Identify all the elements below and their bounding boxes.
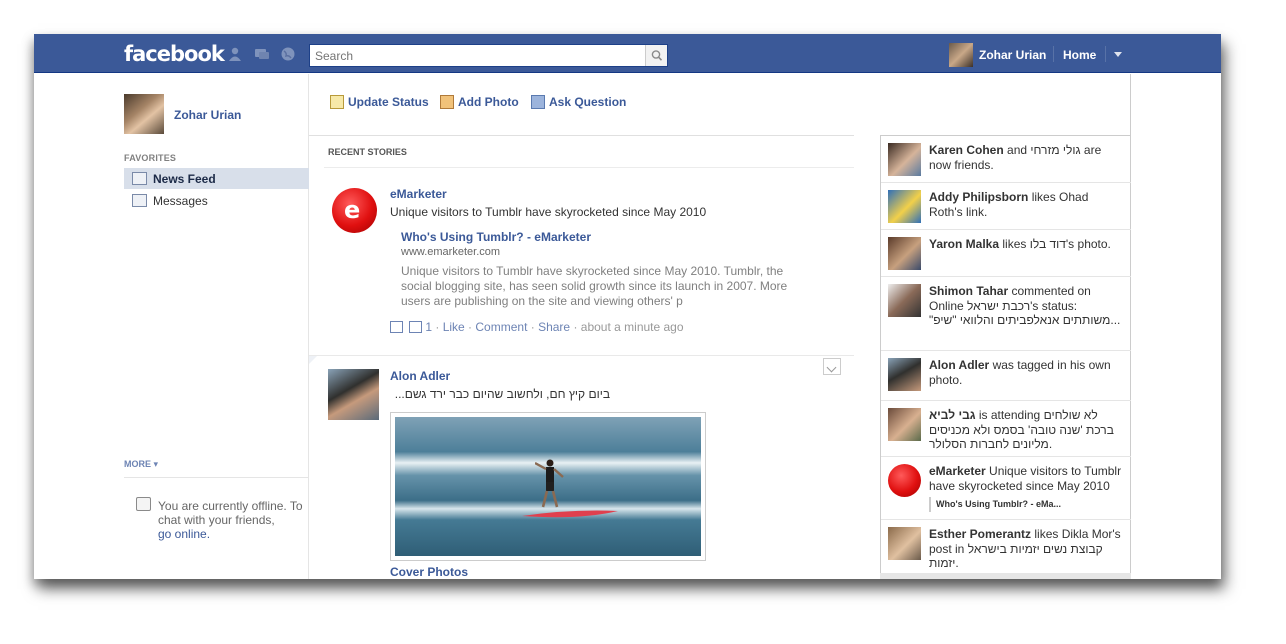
sidebar-item-messages[interactable]: Messages <box>124 190 309 211</box>
share-icon <box>390 321 403 333</box>
ticker-avatar <box>888 358 921 391</box>
ticker-item[interactable]: Shimon Tahar commented on Online רכבת יש… <box>881 277 1131 351</box>
ticker-item[interactable]: Addy Philipsborn likes Ohad Roth's link. <box>881 183 1131 230</box>
user-avatar[interactable] <box>949 43 973 67</box>
home-link[interactable]: Home <box>1063 48 1096 62</box>
ticker-avatar <box>888 190 921 223</box>
comment-icon <box>409 321 423 333</box>
ticker-text: גבי לביא is attending לא שולחים ברכת 'שנ… <box>929 408 1114 451</box>
story-actor-link[interactable]: eMarketer <box>390 187 447 201</box>
question-icon <box>531 95 545 109</box>
ticker-avatar <box>888 237 921 270</box>
notifications-globe-icon[interactable] <box>280 47 296 61</box>
share-link[interactable]: Share <box>538 320 570 334</box>
story-message: Unique visitors to Tumblr have skyrocket… <box>390 205 707 219</box>
chevron-down-icon <box>826 362 837 373</box>
ticker-text: Karen Cohen and גולי מזרחי are now frien… <box>929 143 1102 172</box>
divider <box>124 477 309 478</box>
shared-link-description: Unique visitors to Tumblr have skyrocket… <box>401 264 788 308</box>
go-online-link[interactable]: go online. <box>158 527 210 541</box>
divider <box>309 135 854 136</box>
ticker-text: eMarketer Unique visitors to Tumblr have… <box>929 464 1124 512</box>
ticker-avatar <box>888 464 921 497</box>
divider <box>1053 46 1054 62</box>
friend-requests-icon[interactable] <box>227 47 243 61</box>
divider <box>1105 46 1106 62</box>
story-photo[interactable] <box>390 412 706 561</box>
divider <box>324 167 854 168</box>
profile-picture[interactable] <box>124 94 164 134</box>
status-icon <box>330 95 344 109</box>
search-icon <box>651 50 663 61</box>
ticker-item[interactable]: Alon Adler was tagged in his own photo. <box>881 351 1131 401</box>
sidebar-item-news-feed[interactable]: News Feed <box>124 168 309 189</box>
story-options-button[interactable] <box>823 358 841 375</box>
top-bar: facebook Zohar Urian Home <box>34 34 1221 73</box>
ticker-avatar <box>888 284 921 317</box>
story-actor-link[interactable]: Alon Adler <box>390 369 450 383</box>
ticker-text: Yaron Malka likes דוד בלו's photo. <box>929 237 1111 251</box>
story-actions: 1 · Like · Comment · Share · about a min… <box>390 320 684 334</box>
ticker-avatar <box>888 408 921 441</box>
search-input[interactable] <box>310 45 644 66</box>
story-marker <box>309 356 317 364</box>
surfing-photo <box>395 417 701 556</box>
add-photo-button[interactable]: Add Photo <box>440 95 519 109</box>
emarketer-logo[interactable]: e <box>332 188 377 233</box>
ticker-item[interactable]: גבי לביא is attending לא שולחים ברכת 'שנ… <box>881 401 1131 457</box>
divider <box>309 355 854 356</box>
ticker-scrollbar[interactable] <box>880 573 1131 579</box>
more-link[interactable]: MORE ▾ <box>124 459 158 470</box>
ticker-item[interactable]: Karen Cohen and גולי מזרחי are now frien… <box>881 136 1131 183</box>
ticker-avatar <box>888 143 921 176</box>
ticker-avatar <box>888 527 921 560</box>
ticker-text: Alon Adler was tagged in his own photo. <box>929 358 1111 387</box>
messages-jewel-icon[interactable] <box>254 47 270 61</box>
comment-count[interactable]: 1 <box>409 320 432 334</box>
recent-stories-header[interactable]: RECENT STORIES <box>328 147 407 157</box>
ticker: Karen Cohen and גולי מזרחי are now frien… <box>880 135 1131 579</box>
timestamp[interactable]: about a minute ago <box>581 320 684 334</box>
ticker-item[interactable]: Yaron Malka likes דוד בלו's photo. <box>881 230 1131 277</box>
browser-frame: facebook Zohar Urian Home Zohar Urian FA… <box>34 34 1221 579</box>
ask-question-button[interactable]: Ask Question <box>531 95 626 109</box>
favorites-header: FAVORITES <box>124 153 177 163</box>
search-button[interactable] <box>645 45 667 66</box>
shared-link-url: www.emarketer.com <box>401 246 501 258</box>
sidebar-item-label: News Feed <box>153 172 216 186</box>
ticker-shared-link[interactable]: Who's Using Tumblr? - eMa... <box>929 497 1124 512</box>
facebook-logo[interactable]: facebook <box>124 42 225 66</box>
left-sidebar: Zohar Urian FAVORITES News Feed Messages… <box>34 74 309 579</box>
account-menu-caret-icon[interactable] <box>1114 52 1122 57</box>
surfboard <box>522 510 618 518</box>
ticker-item[interactable]: eMarketer Unique visitors to Tumblr have… <box>881 457 1131 520</box>
search-box <box>309 44 668 67</box>
album-link[interactable]: Cover Photos <box>390 565 468 579</box>
shared-link-title[interactable]: Who's Using Tumblr? - eMarketer <box>401 230 591 244</box>
actor-avatar[interactable] <box>328 369 379 420</box>
ticker-text: Esther Pomerantz likes Dikla Mor's post … <box>929 527 1121 570</box>
story-message: ביום קיץ חם, ולחשוב שהיום כבר ירד גשם... <box>394 387 610 401</box>
messages-icon <box>132 194 147 207</box>
profile-name-link[interactable]: Zohar Urian <box>174 108 241 122</box>
sidebar-item-label: Messages <box>153 194 208 208</box>
ticker-text: Addy Philipsborn likes Ohad Roth's link. <box>929 190 1089 219</box>
update-status-button[interactable]: Update Status <box>330 95 429 109</box>
news-feed-icon <box>132 172 147 185</box>
photo-icon <box>440 95 454 109</box>
chat-icon <box>136 497 151 511</box>
ticker-item[interactable]: Esther Pomerantz likes Dikla Mor's post … <box>881 520 1131 579</box>
ticker-text: Shimon Tahar commented on Online רכבת יש… <box>929 284 1121 327</box>
comment-link[interactable]: Comment <box>475 320 527 334</box>
like-link[interactable]: Like <box>443 320 465 334</box>
chat-status-text: You are currently offline. To chat with … <box>158 499 303 541</box>
profile-link[interactable]: Zohar Urian <box>979 48 1046 62</box>
